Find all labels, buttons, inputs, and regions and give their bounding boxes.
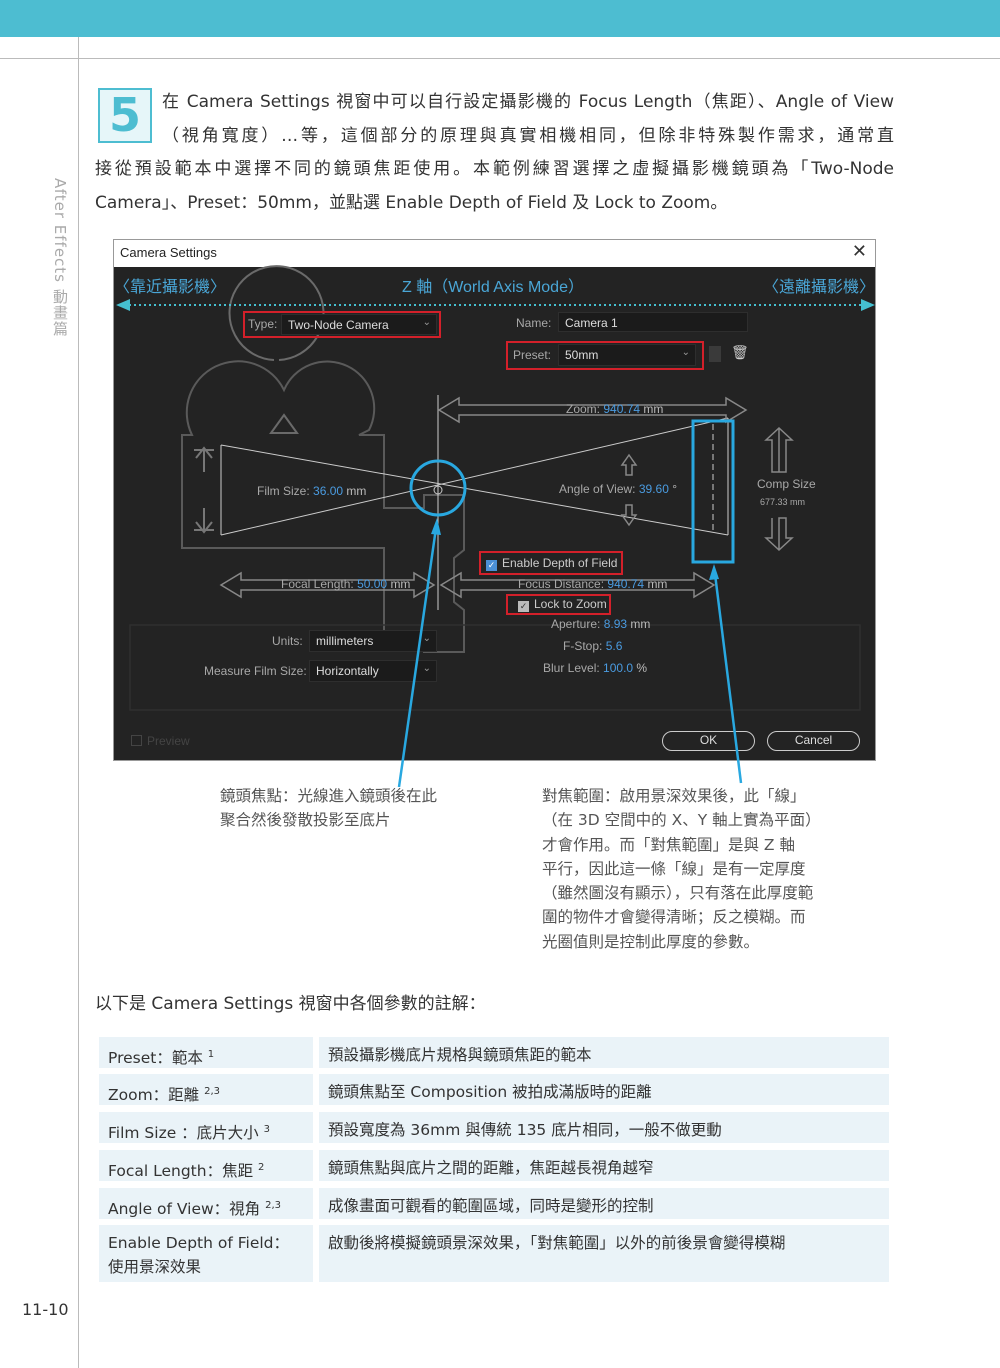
side-label: After Effects 動畫篇 [51,178,69,337]
trash-icon[interactable]: 🗑 [731,344,749,361]
comp-size-label: Comp Size [757,477,816,491]
paragraph-line: 在 Camera Settings 視窗中可以自行設定攝影機的 Focus Le… [162,92,894,112]
annotation-near-camera: 〈靠近攝影機〉 [114,279,227,296]
measure-film-size-label: Measure Film Size: [204,664,307,678]
divider [0,58,1000,59]
table-term: Zoom：距離 2,3 [99,1074,313,1105]
paragraph-line: （視角寬度）…等，這個部分的原理與真實相機相同，但除非特殊製作需求，通常直 [162,126,894,146]
ok-button[interactable]: OK [662,731,755,751]
table-term: Focal Length：焦距 2 [99,1150,313,1181]
focus-distance-readout: Focus Distance: 940.74 mm [518,577,668,591]
focal-length-readout: Focal Length: 50.00 mm [281,577,411,591]
units-label: Units: [272,634,303,648]
enable-dof-checkbox[interactable]: ✓ Enable Depth of Field [486,556,617,571]
chevron-down-icon: ⌄ [422,633,431,644]
step-number: 5 [98,88,152,143]
table-desc: 鏡頭焦點與底片之間的距離，焦距越長視角越窄 [319,1150,889,1181]
preset-value: 50mm [565,348,599,362]
annotation-z-axis: Z 軸（World Axis Mode） [402,279,584,296]
blur-level-readout: Blur Level: 100.0 % [543,661,648,675]
caption-focus-range: 對焦範圍：啟用景深效果後，此「線」 （在 3D 空間中的 X、Y 軸上實為平面）才… [542,787,821,951]
divider [78,37,79,1368]
name-input[interactable]: Camera 1 [558,312,748,332]
checkbox-checked-icon: ✓ [518,601,529,612]
zoom-readout: Zoom: 940.74 mm [566,402,664,416]
table-desc: 鏡頭焦點至 Composition 被拍成滿版時的距離 [319,1074,889,1105]
table-term: Film Size ：底片大小 3 [99,1112,313,1143]
preview-checkbox[interactable]: Preview [131,734,190,748]
header-bar [0,0,1000,37]
cancel-button[interactable]: Cancel [767,731,860,751]
table-desc: 啟動後將模擬鏡頭景深效果，「對焦範圍」以外的前後景會變得模糊 [319,1225,889,1282]
name-label: Name: [516,316,552,330]
fstop-readout: F-Stop: 5.6 [563,639,623,653]
type-label: Type: [248,317,278,331]
measure-film-size-select[interactable]: Horizontally ⌄ [309,660,437,682]
table-term: Preset：範本 1 [99,1037,313,1068]
table-desc: 預設寬度為 36mm 與傳統 135 底片相同，一般不做更動 [319,1112,889,1143]
chevron-down-icon: ⌄ [422,317,431,328]
preset-label: Preset: [513,348,552,362]
aperture-readout: Aperture: 8.93 mm [551,617,651,631]
checkbox-checked-icon: ✓ [486,560,497,571]
chevron-down-icon: ⌄ [681,347,690,358]
paragraph-line: Camera」、Preset：50mm，並點選 Enable Depth of … [95,193,728,213]
table-desc: 成像畫面可觀看的範圍區域，同時是變形的控制 [319,1188,889,1219]
angle-of-view-readout: Angle of View: 39.60 ° [559,482,678,496]
table-term: Enable Depth of Field： 使用景深效果 [99,1225,313,1282]
annotation-far-camera: 〈遠離攝影機〉 [762,279,875,296]
units-select[interactable]: millimeters ⌄ [309,630,437,652]
table-desc: 預設攝影機底片規格與鏡頭焦距的範本 [319,1037,889,1068]
page-number: 11-10 [22,1300,69,1319]
caption-focal-point: 鏡頭焦點：光線進入鏡頭後在此 聚合然後發散投影至底片 [220,787,438,830]
type-value: Two-Node Camera [288,318,389,332]
units-value: millimeters [316,634,374,648]
chevron-down-icon: ⌄ [422,663,431,674]
camera-settings-dialog: Camera Settings ✕ 〈靠近攝影機〉 Z 軸（World Axis… [113,239,876,761]
comp-size-value: 677.33 mm [760,497,806,507]
type-select[interactable]: Two-Node Camera ⌄ [281,314,437,335]
checkbox-unchecked-icon [131,735,142,746]
paragraph-line: 接從預設範本中選擇不同的鏡頭焦距使用。本範例練習選擇之虛擬攝影機鏡頭為「Two-… [95,159,894,179]
measure-value: Horizontally [316,664,379,678]
name-value: Camera 1 [565,316,618,330]
lock-to-zoom-checkbox[interactable]: ✓ Lock to Zoom [518,597,607,612]
film-size-readout: Film Size: 36.00 mm [257,484,367,498]
save-preset-icon[interactable] [709,346,721,362]
table-term: Angle of View：視角 2,3 [99,1188,313,1219]
section-intro: 以下是 Camera Settings 視窗中各個參數的註解： [95,994,486,1014]
preset-select[interactable]: 50mm ⌄ [558,344,696,366]
